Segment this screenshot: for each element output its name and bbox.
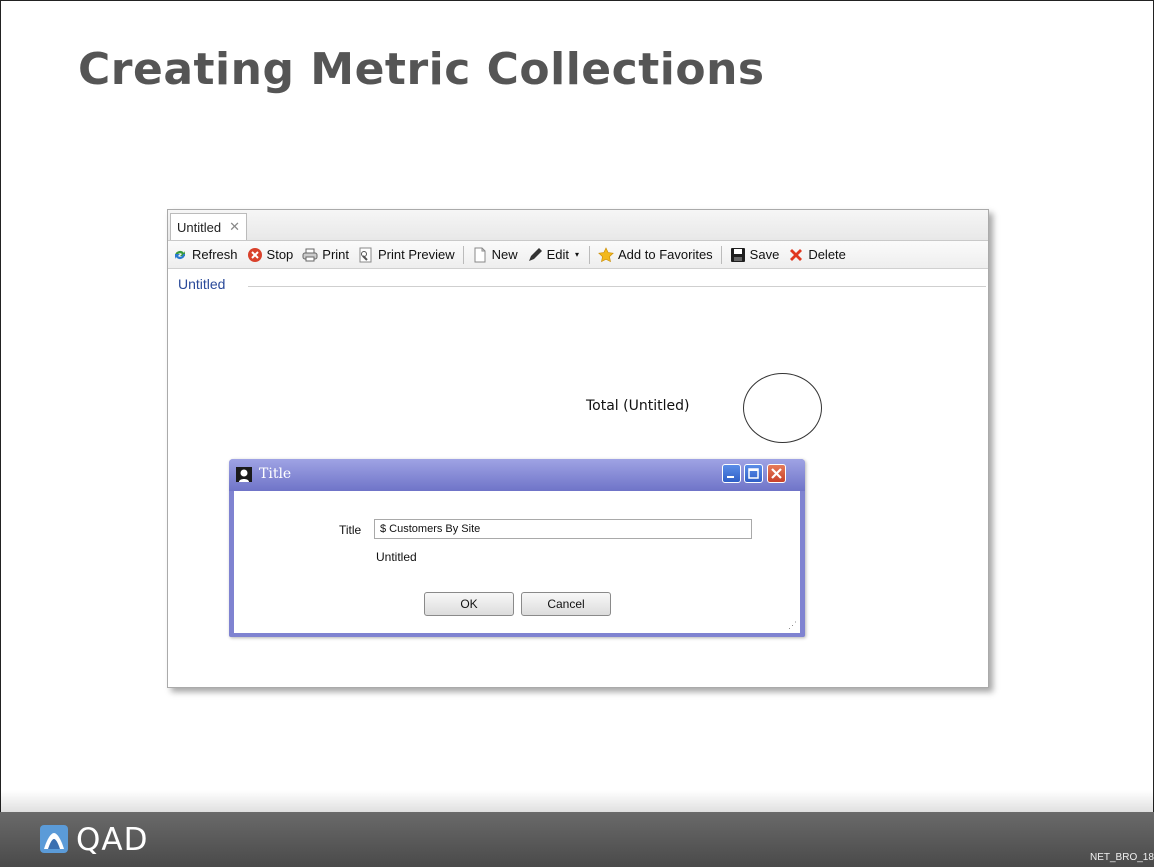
refresh-button[interactable]: Refresh: [172, 247, 238, 263]
toolbar: Refresh Stop Print Print Preview New Edi…: [168, 241, 988, 269]
chart-total-label: Total (Untitled): [586, 398, 690, 414]
section-label: Untitled: [178, 276, 226, 292]
close-icon: [771, 468, 782, 479]
print-preview-label: Print Preview: [378, 247, 455, 262]
title-field-label: Title: [339, 523, 362, 537]
printer-icon: [302, 247, 318, 263]
tab-label: Untitled: [177, 219, 222, 235]
qad-logo-icon: [40, 825, 68, 853]
refresh-label: Refresh: [192, 247, 238, 262]
pencil-icon: [527, 247, 543, 263]
toolbar-separator: [720, 245, 722, 264]
delete-label: Delete: [808, 247, 846, 262]
new-label: New: [491, 247, 518, 262]
toolbar-separator: [462, 245, 464, 264]
dropdown-arrow-icon: ▾: [575, 249, 580, 259]
slide-title: Creating Metric Collections: [78, 44, 765, 95]
cancel-button[interactable]: Cancel: [521, 592, 611, 616]
dialog-body: Title Untitled OK Cancel ⋰: [234, 491, 800, 633]
section-divider: [248, 286, 986, 287]
footer: QAD NET_BRO_180: [0, 812, 1154, 867]
ok-button[interactable]: OK: [424, 592, 514, 616]
stop-icon: [247, 247, 263, 263]
edit-button[interactable]: Edit ▾: [527, 247, 581, 263]
collection-name-text: Untitled: [376, 550, 417, 564]
star-icon: [598, 246, 614, 263]
empty-pie-chart: [743, 373, 822, 443]
slide-code: NET_BRO_180: [1090, 852, 1154, 863]
add-to-favorites-label: Add to Favorites: [618, 247, 713, 262]
delete-x-icon: [788, 247, 804, 263]
dialog-app-icon: [236, 467, 252, 482]
floppy-disk-icon: [730, 247, 746, 263]
toolbar-separator: [589, 245, 591, 264]
save-button[interactable]: Save: [730, 247, 780, 263]
footer-shadow: [0, 790, 1154, 812]
new-button[interactable]: New: [472, 247, 518, 263]
minimize-button[interactable]: [722, 464, 741, 483]
maximize-button[interactable]: [744, 464, 763, 483]
maximize-icon: [748, 468, 759, 479]
close-button[interactable]: [767, 464, 786, 483]
new-document-icon: [472, 247, 488, 263]
tab-untitled[interactable]: Untitled ✕: [170, 213, 247, 240]
title-input[interactable]: [374, 519, 752, 539]
print-preview-button[interactable]: Print Preview: [358, 247, 455, 263]
save-label: Save: [749, 247, 780, 262]
print-preview-icon: [358, 247, 374, 263]
resize-grip-icon[interactable]: ⋰: [788, 620, 797, 631]
edit-label: Edit: [546, 247, 570, 262]
close-icon[interactable]: ✕: [229, 219, 240, 235]
dialog-titlebar[interactable]: Title: [229, 459, 805, 491]
add-to-favorites-button[interactable]: Add to Favorites: [598, 246, 713, 263]
title-dialog: Title Title Untitled OK Cancel ⋰: [229, 459, 805, 637]
stop-label: Stop: [266, 247, 294, 262]
tab-strip: Untitled ✕: [168, 210, 988, 241]
delete-button[interactable]: Delete: [788, 247, 846, 263]
print-label: Print: [322, 247, 350, 262]
minimize-icon: [727, 476, 734, 478]
footer-brand: QAD: [76, 822, 149, 858]
print-button[interactable]: Print: [302, 247, 349, 263]
stop-button[interactable]: Stop: [247, 247, 294, 263]
refresh-icon: [172, 247, 188, 263]
dialog-title: Title: [259, 466, 292, 482]
